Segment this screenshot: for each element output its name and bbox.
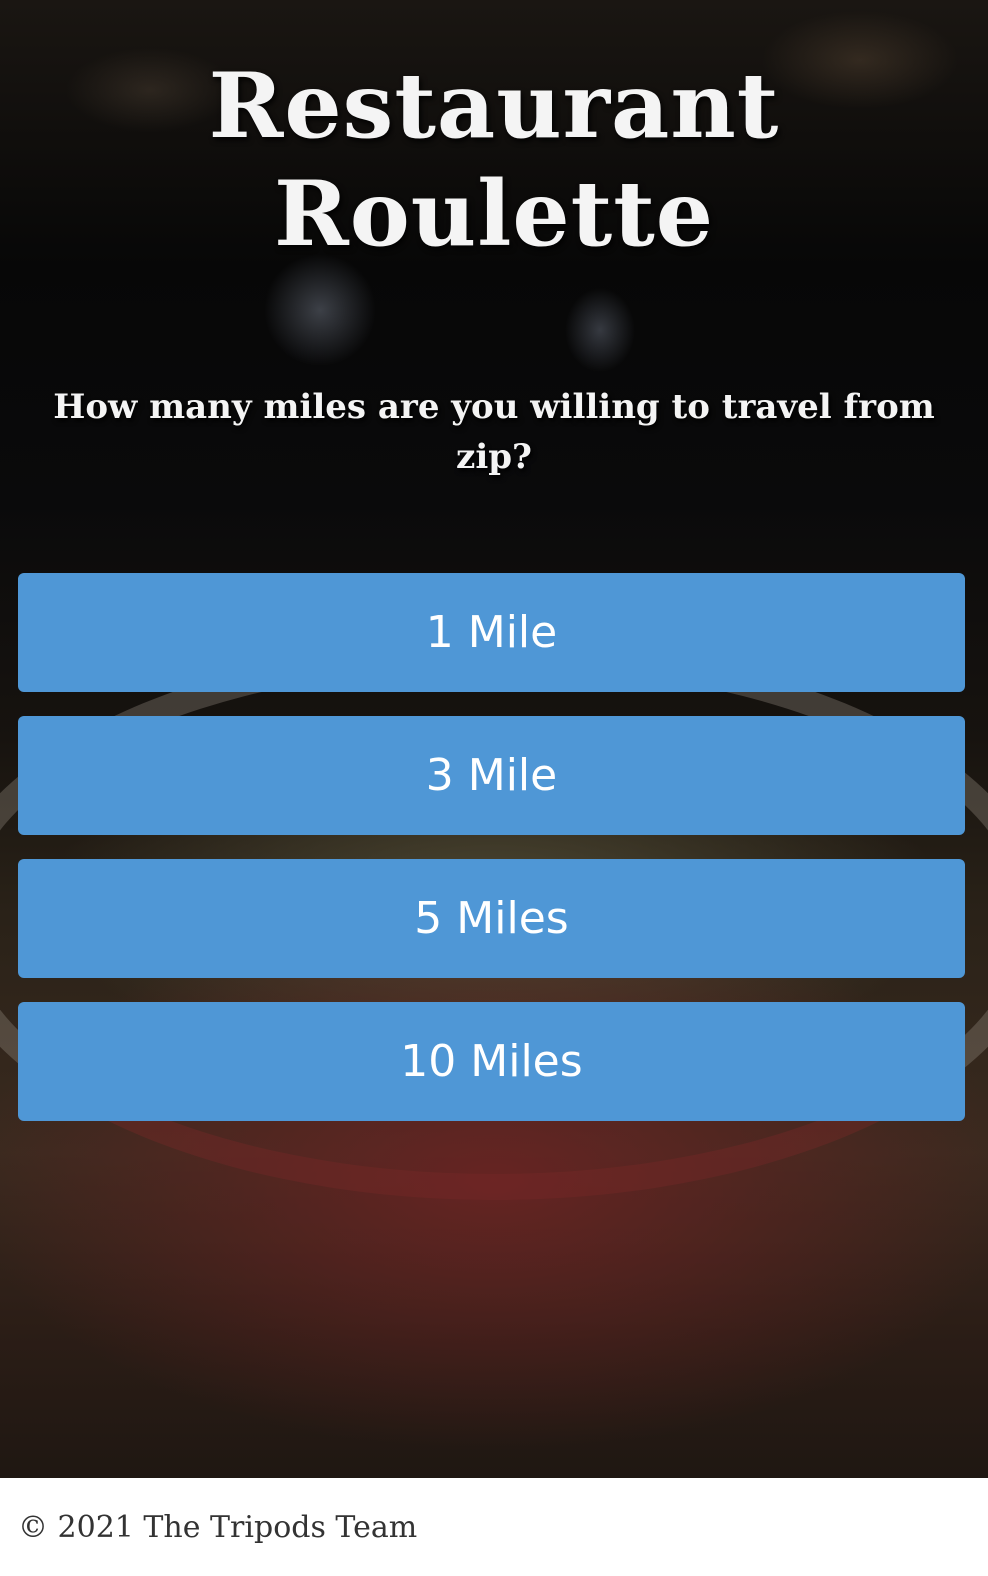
distance-options: 1 Mile 3 Mile 5 Miles 10 Miles xyxy=(18,573,965,1145)
page-title: Restaurant Roulette xyxy=(0,52,988,268)
title-line-2: Roulette xyxy=(273,161,715,267)
footer: © 2021 The Tripods Team xyxy=(0,1478,988,1576)
title-line-1: Restaurant xyxy=(208,53,780,159)
copyright-text: © 2021 The Tripods Team xyxy=(18,1510,418,1545)
option-10-miles-button[interactable]: 10 Miles xyxy=(18,1002,965,1121)
hero-background-image: Restaurant Roulette How many miles are y… xyxy=(0,0,988,1478)
option-5-miles-button[interactable]: 5 Miles xyxy=(18,859,965,978)
option-3-mile-button[interactable]: 3 Mile xyxy=(18,716,965,835)
option-1-mile-button[interactable]: 1 Mile xyxy=(18,573,965,692)
question-text: How many miles are you willing to travel… xyxy=(53,387,935,477)
